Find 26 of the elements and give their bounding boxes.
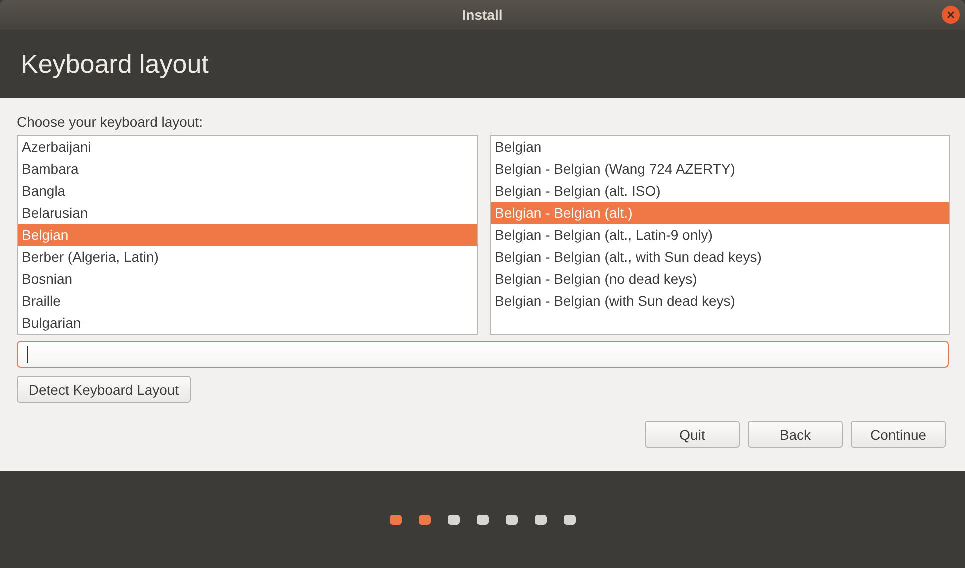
window-title: Install	[462, 7, 503, 23]
detect-button[interactable]: Detect Keyboard Layout	[17, 376, 191, 403]
list-item[interactable]: Berber (Algeria, Latin)	[18, 246, 477, 268]
close-icon[interactable]	[942, 6, 960, 24]
nav-button[interactable]: Quit	[645, 421, 740, 448]
list-item[interactable]: Bambara	[18, 158, 477, 180]
prompt-label: Choose your keyboard layout:	[17, 114, 203, 130]
nav-button[interactable]: Continue	[851, 421, 946, 448]
list-item[interactable]: Bulgarian	[18, 312, 477, 334]
page-title: Keyboard layout	[21, 48, 209, 80]
list-item[interactable]: Belgian - Belgian (with Sun dead keys)	[491, 290, 949, 312]
list-item[interactable]: Azerbaijani	[18, 136, 477, 158]
input-field[interactable]	[17, 341, 949, 368]
list-item[interactable]: Belgian - Belgian (alt., with Sun dead keys)	[491, 246, 949, 268]
list-item[interactable]: Belgian - Belgian (Wang 724 AZERTY)	[491, 158, 949, 180]
list-item[interactable]: Belgian - Belgian (alt. ISO)	[491, 180, 949, 202]
layout-list[interactable]: Azerbaijani Bambara Bangla Belarusian Belgian Berber (Algeria, Latin) Bosnian Braille Bulgarian	[17, 135, 478, 335]
list-item[interactable]: Belgian - Belgian (no dead keys)	[491, 268, 949, 290]
list-item[interactable]: Bosnian	[18, 268, 477, 290]
nav-button[interactable]: Back	[748, 421, 843, 448]
list-item[interactable]: Belgian	[491, 136, 949, 158]
list-item[interactable]: Bangla	[18, 180, 477, 202]
list-item[interactable]: Belgian - Belgian (alt., Latin-9 only)	[491, 224, 949, 246]
list-item[interactable]: Braille	[18, 290, 477, 312]
variant-list[interactable]	[490, 135, 950, 335]
list-item[interactable]: Belarusian	[18, 202, 477, 224]
